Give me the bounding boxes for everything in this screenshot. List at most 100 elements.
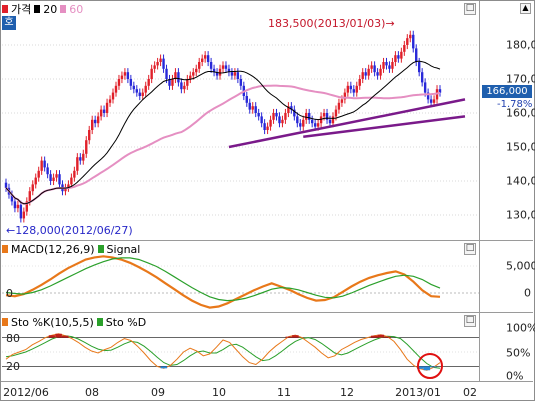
x-tick: 2013/01 bbox=[395, 386, 441, 399]
candle-body bbox=[429, 99, 433, 103]
macd-legend: MACD(12,26,9) Signal bbox=[2, 241, 140, 257]
candle-body bbox=[180, 82, 183, 90]
overbought-fill bbox=[55, 333, 62, 338]
x-tick: 02 bbox=[463, 386, 477, 399]
sto-left-20: 20 bbox=[6, 360, 20, 373]
candle-body bbox=[28, 191, 31, 202]
candle-body bbox=[423, 82, 427, 93]
candle-body bbox=[400, 51, 403, 59]
price-legend-swatch bbox=[2, 5, 8, 13]
sto-panel-close-icon[interactable]: □ bbox=[464, 315, 476, 327]
candle-body bbox=[322, 113, 326, 117]
candle-body bbox=[233, 72, 237, 76]
candle-body bbox=[394, 55, 397, 62]
candle-body bbox=[177, 72, 180, 83]
candle-body bbox=[203, 55, 207, 59]
candle-body bbox=[346, 85, 350, 93]
candle-body bbox=[108, 99, 112, 103]
candle-body bbox=[16, 204, 20, 209]
candle-body bbox=[200, 58, 204, 62]
candle-body bbox=[153, 65, 156, 69]
candle-body bbox=[138, 92, 141, 96]
candle-body bbox=[34, 177, 37, 185]
candle-body bbox=[331, 116, 335, 124]
candle-body bbox=[46, 167, 49, 175]
candle-body bbox=[382, 62, 385, 69]
ma20-legend-swatch bbox=[34, 5, 41, 13]
candle-body bbox=[102, 109, 106, 113]
candle-body bbox=[281, 119, 284, 124]
stok-legend-swatch bbox=[2, 318, 8, 326]
candle-body bbox=[195, 68, 198, 73]
candle-body bbox=[284, 113, 287, 120]
candle-body bbox=[144, 85, 147, 93]
high-annotation: 183,500(2013/01/03)→ bbox=[268, 17, 395, 30]
candle-body bbox=[135, 89, 138, 93]
macd-panel-close-icon[interactable]: □ bbox=[464, 243, 476, 255]
candle-body bbox=[218, 68, 222, 76]
candle-body bbox=[111, 92, 115, 100]
candle-body bbox=[162, 58, 165, 69]
candle-body bbox=[236, 72, 240, 79]
macd-left-zero: 0 bbox=[6, 287, 13, 300]
hoga-button[interactable]: 호 bbox=[2, 16, 16, 30]
candle-body bbox=[52, 177, 55, 181]
candle-body bbox=[337, 102, 341, 110]
candle-body bbox=[310, 119, 314, 124]
overbought-fill bbox=[370, 335, 378, 338]
stod-legend-label: Sto %D bbox=[105, 315, 147, 329]
candle-body bbox=[432, 99, 436, 103]
candle-body bbox=[13, 201, 17, 209]
overbought-fill bbox=[285, 336, 293, 338]
candle-body bbox=[85, 140, 88, 154]
y-tick: 180,000 bbox=[506, 38, 535, 52]
candle-body bbox=[117, 79, 121, 86]
price-panel-close-icon[interactable]: □ bbox=[464, 3, 476, 15]
oversold-fill bbox=[430, 366, 437, 368]
candle-body bbox=[385, 62, 388, 66]
candle-body bbox=[275, 113, 278, 117]
candle-body bbox=[70, 177, 73, 185]
candle-body bbox=[79, 157, 82, 161]
candle-body bbox=[415, 48, 418, 62]
low-annotation: ←128,000(2012/06/27) bbox=[6, 224, 133, 237]
candle-body bbox=[391, 62, 394, 69]
candle-body bbox=[141, 92, 144, 96]
x-tick: 12 bbox=[340, 386, 354, 399]
stod-legend-swatch bbox=[96, 318, 103, 326]
price-legend: 가격 20 60 bbox=[2, 1, 83, 17]
candle-body bbox=[373, 65, 376, 73]
candle-body bbox=[308, 113, 311, 120]
candle-body bbox=[254, 106, 257, 113]
signal-legend-label: Signal bbox=[106, 242, 141, 256]
candle-body bbox=[364, 72, 367, 76]
candle-body bbox=[123, 72, 127, 76]
candle-body bbox=[129, 79, 133, 86]
candle-body bbox=[251, 106, 254, 110]
candle-body bbox=[340, 99, 344, 103]
chart-canvas bbox=[2, 30, 479, 379]
candle-body bbox=[257, 113, 260, 117]
macd-legend-swatch bbox=[2, 245, 8, 253]
candle-body bbox=[132, 85, 136, 90]
candle-body bbox=[355, 85, 358, 93]
candle-body bbox=[82, 153, 85, 161]
sto-y-axis: 100% 50% 0% bbox=[480, 313, 535, 383]
candle-body bbox=[305, 113, 308, 120]
y-tick: 140,000 bbox=[506, 174, 535, 188]
y-tick: 100% bbox=[506, 321, 535, 335]
y-tick: 0 bbox=[524, 286, 531, 300]
candle-body bbox=[171, 79, 174, 86]
candle-body bbox=[272, 113, 275, 120]
candle-body bbox=[4, 182, 8, 188]
candle-body bbox=[299, 123, 302, 127]
candle-body bbox=[245, 96, 248, 103]
candle-body bbox=[49, 174, 52, 181]
x-tick: 10 bbox=[212, 386, 226, 399]
candle-body bbox=[370, 65, 373, 69]
candle-body bbox=[325, 113, 329, 120]
signal-line bbox=[5, 257, 441, 302]
candle-body bbox=[397, 55, 400, 59]
candle-body bbox=[165, 68, 168, 79]
candle-body bbox=[403, 45, 406, 52]
